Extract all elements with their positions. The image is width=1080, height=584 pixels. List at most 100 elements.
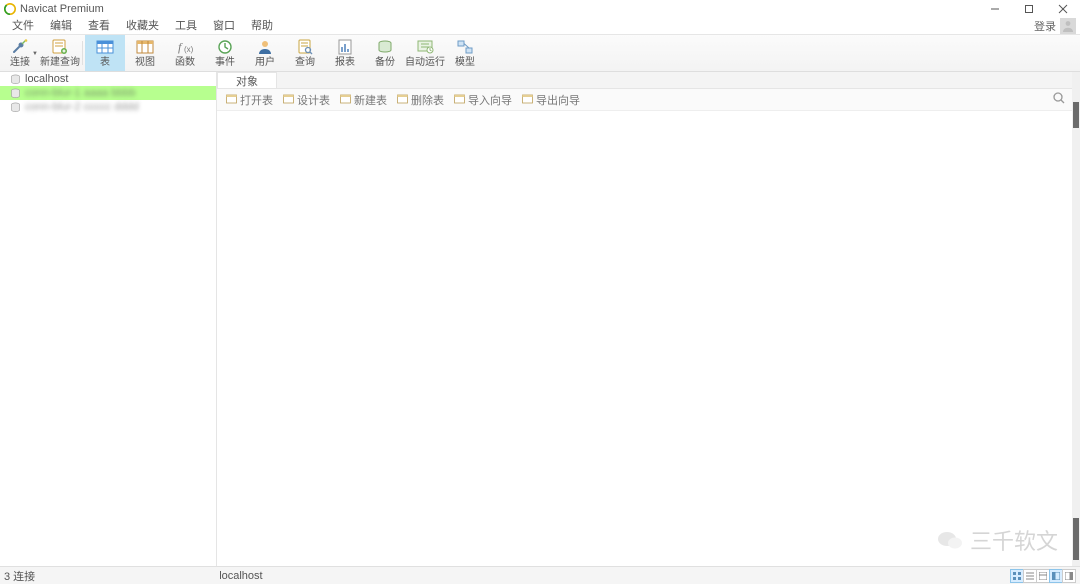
statusbar: 3 连接 localhost bbox=[0, 566, 1080, 584]
connection-item[interactable]: conn-blur-1 aaaa bbbb bbox=[0, 86, 216, 100]
tool-label: 用户 bbox=[255, 58, 275, 68]
titlebar-left: Navicat Premium bbox=[4, 3, 104, 15]
table-small-icon bbox=[226, 94, 237, 105]
main-area: localhostconn-blur-1 aaaa bbbb conn-blur-… bbox=[0, 72, 1080, 566]
tool-label: 自动运行 bbox=[405, 58, 445, 68]
menu-1[interactable]: 编辑 bbox=[42, 18, 80, 34]
tool-event[interactable]: 事件 bbox=[205, 35, 245, 71]
status-current-connection: localhost bbox=[215, 570, 262, 582]
connection-tree: localhostconn-blur-1 aaaa bbbb conn-blur-… bbox=[0, 72, 217, 566]
backup-icon bbox=[376, 38, 394, 56]
obj-action-3[interactable]: 删除表 bbox=[394, 92, 447, 108]
tool-model[interactable]: 模型 bbox=[445, 35, 485, 71]
model-icon bbox=[456, 38, 474, 56]
tool-backup[interactable]: 备份 bbox=[365, 35, 405, 71]
menu-2[interactable]: 查看 bbox=[80, 18, 118, 34]
window-controls bbox=[978, 0, 1080, 18]
user-icon bbox=[256, 38, 274, 56]
obj-action-1[interactable]: 设计表 bbox=[280, 92, 333, 108]
minimize-button[interactable] bbox=[978, 0, 1012, 18]
query-icon bbox=[296, 38, 314, 56]
obj-action-5[interactable]: 导出向导 bbox=[519, 92, 583, 108]
view-icon bbox=[136, 38, 154, 56]
view-mode-panel-2[interactable] bbox=[1062, 569, 1076, 583]
chevron-down-icon: ▼ bbox=[32, 51, 38, 57]
svg-text:f: f bbox=[178, 40, 183, 54]
app-logo-icon bbox=[4, 3, 16, 15]
database-icon bbox=[10, 102, 21, 113]
table-small-icon bbox=[454, 94, 465, 105]
automation-icon bbox=[416, 38, 434, 56]
tool-connect[interactable]: 连接▼ bbox=[0, 35, 40, 71]
svg-text:(x): (x) bbox=[184, 45, 194, 54]
menu-5[interactable]: 窗口 bbox=[205, 18, 243, 34]
obj-action-label: 打开表 bbox=[240, 92, 273, 108]
connection-item[interactable]: conn-blur-2 ccccc dddd bbox=[0, 100, 216, 114]
obj-action-label: 删除表 bbox=[411, 92, 444, 108]
watermark-text: 三千软文 bbox=[970, 524, 1058, 556]
tool-label: 表 bbox=[100, 58, 110, 68]
tool-label: 视图 bbox=[135, 58, 155, 68]
window-title: Navicat Premium bbox=[20, 3, 104, 15]
table-small-icon bbox=[283, 94, 294, 105]
table-icon bbox=[96, 38, 114, 56]
report-icon bbox=[336, 38, 354, 56]
obj-action-0[interactable]: 打开表 bbox=[223, 92, 276, 108]
view-mode-list[interactable] bbox=[1023, 569, 1037, 583]
tool-label: 连接 bbox=[10, 58, 30, 68]
tool-label: 新建查询 bbox=[40, 58, 80, 68]
content-tab[interactable]: 对象 bbox=[217, 72, 277, 88]
login-link[interactable]: 登录 bbox=[1034, 18, 1056, 34]
obj-action-label: 新建表 bbox=[354, 92, 387, 108]
watermark: 三千软文 bbox=[936, 524, 1058, 556]
tool-newquery[interactable]: 新建查询 bbox=[40, 35, 80, 71]
connection-item[interactable]: localhost bbox=[0, 72, 216, 86]
status-conn-name: localhost bbox=[219, 570, 262, 582]
connect-icon bbox=[11, 38, 29, 56]
right-scroll-gutter[interactable] bbox=[1072, 72, 1080, 566]
wechat-icon bbox=[936, 526, 964, 554]
newquery-icon bbox=[51, 38, 69, 56]
function-icon: f(x) bbox=[176, 38, 194, 56]
view-mode-panel-1[interactable] bbox=[1049, 569, 1063, 583]
tool-table[interactable]: 表 bbox=[85, 35, 125, 71]
tool-user[interactable]: 用户 bbox=[245, 35, 285, 71]
menu-3[interactable]: 收藏夹 bbox=[118, 18, 167, 34]
object-canvas: 三千软文 bbox=[217, 111, 1072, 566]
tool-label: 查询 bbox=[295, 58, 315, 68]
tool-view[interactable]: 视图 bbox=[125, 35, 165, 71]
event-icon bbox=[216, 38, 234, 56]
menu-4[interactable]: 工具 bbox=[167, 18, 205, 34]
obj-action-label: 设计表 bbox=[297, 92, 330, 108]
obj-action-label: 导入向导 bbox=[468, 92, 512, 108]
view-mode-detail[interactable] bbox=[1036, 569, 1050, 583]
menu-0[interactable]: 文件 bbox=[4, 18, 42, 34]
tool-label: 报表 bbox=[335, 58, 355, 68]
table-small-icon bbox=[397, 94, 408, 105]
view-mode-switcher bbox=[1011, 569, 1076, 583]
content-pane: 对象 打开表 设计表 新建表 删除表 导入向导 导出向导 三千软文 bbox=[217, 72, 1072, 566]
maximize-button[interactable] bbox=[1012, 0, 1046, 18]
connection-name: conn-blur-1 aaaa bbbb bbox=[25, 87, 136, 99]
close-button[interactable] bbox=[1046, 0, 1080, 18]
tool-automation[interactable]: 自动运行 bbox=[405, 35, 445, 71]
table-small-icon bbox=[340, 94, 351, 105]
tool-report[interactable]: 报表 bbox=[325, 35, 365, 71]
menu-6[interactable]: 帮助 bbox=[243, 18, 281, 34]
obj-action-2[interactable]: 新建表 bbox=[337, 92, 390, 108]
avatar-icon[interactable] bbox=[1060, 18, 1076, 34]
tool-label: 备份 bbox=[375, 58, 395, 68]
titlebar: Navicat Premium bbox=[0, 0, 1080, 18]
obj-action-4[interactable]: 导入向导 bbox=[451, 92, 515, 108]
database-icon bbox=[10, 74, 21, 85]
content-tabbar: 对象 bbox=[217, 72, 1072, 89]
search-icon[interactable] bbox=[1052, 91, 1066, 108]
view-mode-grid[interactable] bbox=[1010, 569, 1024, 583]
tool-label: 函数 bbox=[175, 58, 195, 68]
object-toolbar: 打开表 设计表 新建表 删除表 导入向导 导出向导 bbox=[217, 89, 1072, 111]
connection-name: conn-blur-2 ccccc dddd bbox=[25, 101, 139, 113]
tool-query[interactable]: 查询 bbox=[285, 35, 325, 71]
menubar-right: 登录 bbox=[1034, 18, 1076, 34]
tool-function[interactable]: f(x) 函数 bbox=[165, 35, 205, 71]
obj-action-label: 导出向导 bbox=[536, 92, 580, 108]
